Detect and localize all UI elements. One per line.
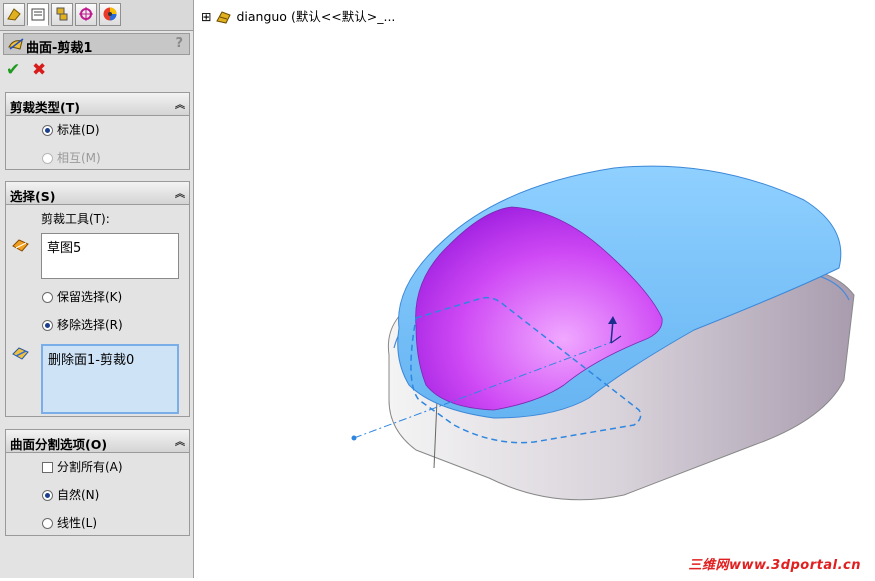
trim-type-header[interactable]: 剪裁类型(T) ︽ bbox=[6, 93, 189, 116]
trim-tool-label: 剪裁工具(T): bbox=[41, 212, 110, 226]
configuration-icon bbox=[56, 7, 68, 21]
natural-radio[interactable] bbox=[42, 490, 53, 501]
part-icon bbox=[216, 11, 232, 24]
mutual-label: 相互(M) bbox=[57, 151, 101, 165]
watermark: 三维网www.3dportal.cn bbox=[688, 558, 861, 573]
sketch-endpoint bbox=[351, 435, 357, 441]
linear-radio[interactable] bbox=[42, 518, 53, 529]
property-manager-tab[interactable] bbox=[27, 3, 49, 26]
feature-title-bar: 曲面-剪裁1 ? bbox=[3, 33, 190, 56]
property-manager-panel: 曲面-剪裁1 ? ✔ ✖ 剪裁类型(T) ︽ 标准(D) 相互(M) 选择(S)… bbox=[0, 0, 194, 578]
split-options-group: 曲面分割选项(O) ︽ 分割所有(A) 自然(N) 线性(L) bbox=[5, 429, 190, 536]
selection-title: 选择(S) bbox=[10, 189, 56, 204]
display-manager-tab[interactable] bbox=[99, 3, 121, 26]
expand-icon[interactable]: ⊞ bbox=[201, 9, 211, 24]
standard-label: 标准(D) bbox=[57, 123, 100, 137]
collapse-chevron-icon[interactable]: ︽ bbox=[175, 433, 185, 448]
feature-tree-root[interactable]: ⊞ dianguo (默认<<默认>_... bbox=[201, 6, 395, 25]
mutual-radio bbox=[42, 153, 53, 164]
property-manager-icon bbox=[31, 8, 45, 21]
collapse-chevron-icon[interactable]: ︽ bbox=[175, 96, 185, 111]
remove-selection-radio[interactable] bbox=[42, 320, 53, 331]
removed-faces-box[interactable]: 删除面1-剪裁0 bbox=[41, 344, 179, 414]
ok-button[interactable]: ✔ bbox=[6, 60, 20, 80]
standard-radio[interactable] bbox=[42, 125, 53, 136]
selection-group: 选择(S) ︽ 剪裁工具(T): 草图5 保留选择(K) 移除选择(R) 删除面… bbox=[5, 181, 190, 417]
cancel-button[interactable]: ✖ bbox=[32, 60, 46, 80]
configuration-manager-tab[interactable] bbox=[51, 3, 73, 26]
feature-tree-icon bbox=[7, 8, 21, 21]
removed-faces-value: 删除面1-剪裁0 bbox=[48, 353, 135, 368]
manager-tab-bar bbox=[0, 0, 193, 31]
help-icon[interactable]: ? bbox=[175, 36, 183, 51]
trim-tool-box[interactable]: 草图5 bbox=[41, 233, 179, 279]
keep-selection-label: 保留选择(K) bbox=[57, 290, 123, 304]
split-options-title: 曲面分割选项(O) bbox=[10, 437, 108, 452]
remove-selection-label: 移除选择(R) bbox=[57, 318, 123, 332]
selection-header[interactable]: 选择(S) ︽ bbox=[6, 182, 189, 205]
display-manager-icon bbox=[103, 7, 117, 21]
collapse-chevron-icon[interactable]: ︽ bbox=[175, 185, 185, 200]
face-selection-icon bbox=[12, 347, 29, 360]
graphics-area[interactable] bbox=[194, 0, 875, 578]
configuration-name: (默认<<默认>_... bbox=[290, 9, 396, 24]
split-options-header[interactable]: 曲面分割选项(O) ︽ bbox=[6, 430, 189, 453]
trim-type-group: 剪裁类型(T) ︽ 标准(D) 相互(M) bbox=[5, 92, 190, 170]
part-name: dianguo bbox=[236, 9, 287, 24]
keep-selection-radio[interactable] bbox=[42, 292, 53, 303]
linear-label: 线性(L) bbox=[57, 516, 98, 530]
feature-manager-tab[interactable] bbox=[3, 3, 25, 26]
feature-title: 曲面-剪裁1 bbox=[26, 41, 93, 56]
model-view bbox=[351, 165, 855, 501]
sketch-selection-icon bbox=[12, 239, 29, 252]
natural-label: 自然(N) bbox=[57, 488, 100, 502]
trim-tool-value: 草图5 bbox=[47, 241, 82, 256]
trim-type-title: 剪裁类型(T) bbox=[10, 100, 80, 115]
dimxpert-tab[interactable] bbox=[75, 3, 97, 26]
surface-trim-icon bbox=[8, 38, 24, 50]
dimxpert-icon bbox=[79, 7, 93, 21]
split-all-checkbox[interactable] bbox=[42, 462, 53, 473]
split-all-label: 分割所有(A) bbox=[57, 460, 123, 474]
